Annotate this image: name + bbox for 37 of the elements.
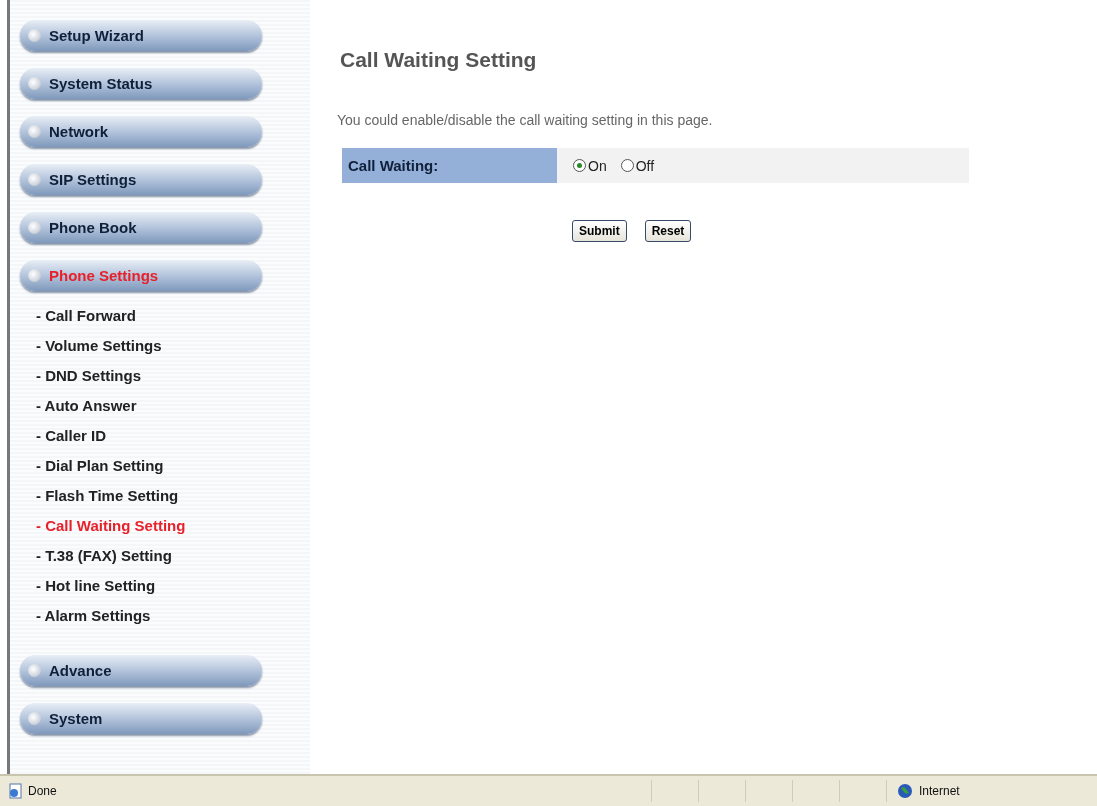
submenu-item[interactable]: - Dial Plan Setting	[36, 451, 310, 481]
bullet-icon	[28, 221, 41, 234]
submenu-item[interactable]: - Call Forward	[36, 301, 310, 331]
sidebar-item[interactable]: Network	[20, 116, 262, 147]
page-description: You could enable/disable the call waiting setting in this page.	[337, 112, 714, 128]
submenu-item[interactable]: - Alarm Settings	[36, 601, 310, 631]
field-label: Call Waiting:	[342, 148, 557, 183]
submenu-item[interactable]: - Hot line Setting	[36, 571, 310, 601]
globe-icon	[897, 783, 913, 799]
sidebar-item[interactable]: System	[20, 703, 262, 734]
submenu-item[interactable]: - Volume Settings	[36, 331, 310, 361]
sidebar-item[interactable]: Setup Wizard	[20, 20, 262, 51]
page-icon	[8, 783, 24, 799]
bullet-icon	[28, 29, 41, 42]
zone-text: Internet	[919, 784, 960, 798]
bullet-icon	[28, 77, 41, 90]
status-text: Done	[28, 784, 57, 798]
bullet-icon	[28, 125, 41, 138]
page-title: Call Waiting Setting	[340, 48, 538, 72]
bullet-icon	[28, 269, 41, 282]
submenu-item[interactable]: - Auto Answer	[36, 391, 310, 421]
bullet-icon	[28, 173, 41, 186]
sidebar-item[interactable]: Advance	[20, 655, 262, 686]
sidebar-item[interactable]: Phone Book	[20, 212, 262, 243]
radio-option[interactable]: Off	[620, 157, 655, 174]
bullet-icon	[28, 712, 41, 725]
form-button[interactable]: Submit	[572, 220, 627, 242]
bullet-icon	[28, 664, 41, 677]
submenu-item[interactable]: - DND Settings	[36, 361, 310, 391]
sidebar-item[interactable]: SIP Settings	[20, 164, 262, 195]
submenu-item[interactable]: - Flash Time Setting	[36, 481, 310, 511]
submenu-item[interactable]: - T.38 (FAX) Setting	[36, 541, 310, 571]
submenu-item[interactable]: - Call Waiting Setting	[36, 511, 310, 541]
sidebar-item[interactable]: System Status	[20, 68, 262, 99]
form-button[interactable]: Reset	[644, 220, 692, 242]
submenu-item[interactable]: - Caller ID	[36, 421, 310, 451]
radio-option[interactable]: On	[573, 157, 607, 174]
